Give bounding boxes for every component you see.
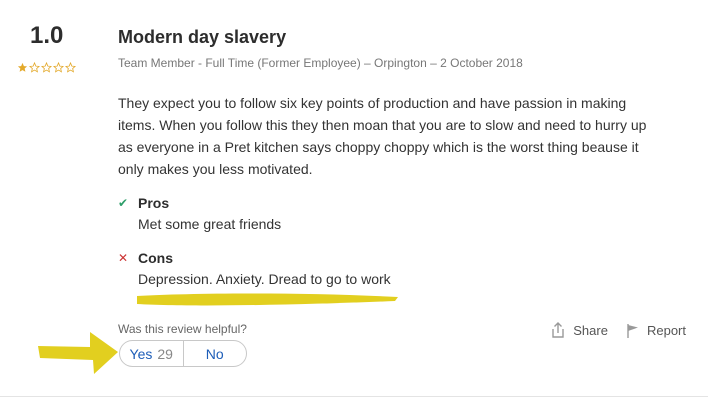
review-actions: Share Report — [550, 322, 686, 339]
report-label: Report — [646, 323, 686, 338]
cons-text: Depression. Anxiety. Dread to go to work — [138, 271, 391, 287]
report-button[interactable]: Report — [626, 322, 686, 339]
share-button[interactable]: Share — [550, 322, 608, 339]
star-filled-icon — [17, 62, 28, 72]
share-label: Share — [573, 323, 608, 338]
vote-no-label: No — [205, 345, 224, 362]
star-rating — [17, 62, 76, 73]
vote-yes-label: Yes — [129, 345, 153, 362]
star-empty-icon — [53, 62, 64, 73]
annotation-arrow — [38, 332, 118, 374]
cross-icon: ✕ — [118, 251, 129, 265]
review-title[interactable]: Modern day slavery — [118, 27, 286, 48]
rating-score: 1.0 — [30, 22, 64, 49]
vote-no-button[interactable]: No — [182, 341, 247, 366]
divider — [0, 396, 708, 397]
review-meta: Team Member - Full Time (Former Employee… — [118, 56, 523, 70]
vote-yes-button[interactable]: Yes 29 — [120, 341, 183, 366]
check-icon: ✔ — [118, 196, 129, 210]
star-empty-icon — [29, 62, 40, 73]
flag-icon — [627, 323, 638, 338]
helpful-question: Was this review helpful? — [118, 322, 247, 336]
star-empty-icon — [41, 62, 52, 73]
review-body: They expect you to follow six key points… — [118, 95, 647, 177]
vote-yes-count: 29 — [157, 345, 173, 362]
pros-title: Pros — [138, 195, 170, 211]
pros-text: Met some great friends — [138, 216, 282, 232]
share-icon — [552, 322, 564, 338]
helpful-vote-group: Yes 29 No — [119, 340, 247, 367]
cons-title: Cons — [138, 250, 173, 266]
star-empty-icon — [65, 62, 76, 73]
